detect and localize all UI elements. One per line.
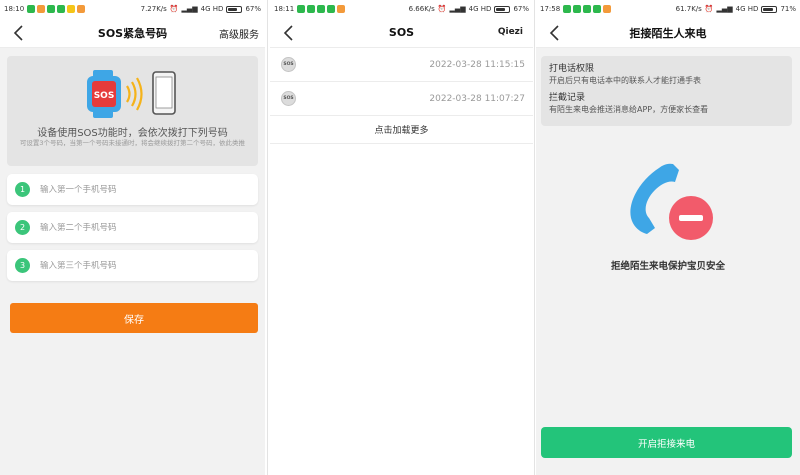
record-timestamp: 2022-03-28 11:07:27 (429, 93, 525, 104)
device-name[interactable]: Qiezi (498, 27, 523, 37)
sos-banner: SOS 设备使用SOS功能时，会依次拨打下列号码 可设置3个号码，当第一个号码未… (7, 56, 258, 166)
status-time: 18:10 (4, 5, 25, 13)
status-right: 61.7K/s ⏰ ▂▄▆ 4G HD 71% (676, 5, 796, 13)
step-number-badge: 3 (15, 258, 30, 273)
screens: 18:10 7.27K/s ⏰ ▂▄▆ 4G HD 67% SOS紧急号码 高级… (0, 0, 800, 475)
network-speed: 7.27K/s (140, 5, 167, 13)
sos-numbers-screen: 18:10 7.27K/s ⏰ ▂▄▆ 4G HD 67% SOS紧急号码 高级… (0, 0, 265, 475)
notification-icons (563, 5, 612, 13)
network-speed: 61.7K/s (675, 5, 702, 13)
status-right: 7.27K/s ⏰ ▂▄▆ 4G HD 67% (141, 5, 261, 13)
enable-reject-calls-button[interactable]: 开启拒接来电 (541, 427, 792, 458)
wechat-icon (47, 5, 56, 13)
signal-icon: ▂▄▆ (716, 5, 733, 13)
step-number-badge: 2 (15, 220, 30, 235)
load-more-button[interactable]: 点击加载更多 (270, 116, 533, 144)
battery-percent: 67% (245, 5, 261, 13)
notification-icons (27, 5, 86, 13)
wechat-icon (563, 5, 572, 13)
banner-subtitle: 可设置3个号码，当第一个号码未接通时，将会继续拨打第二个号码，依此类推 (19, 139, 246, 147)
phone-number-input-3[interactable] (40, 260, 220, 271)
reject-caption: 拒绝陌生来电保护宝贝安全 (610, 261, 725, 272)
record-timestamp: 2022-03-28 11:15:15 (429, 59, 525, 70)
wechat-icon (57, 5, 66, 13)
wechat-icon (583, 5, 592, 13)
phone-number-field-2[interactable]: 2 (7, 212, 258, 243)
wechat-icon (573, 5, 582, 13)
sos-record-icon: SOS (281, 91, 296, 106)
wechat-icon (317, 5, 326, 13)
phone-number-field-1[interactable]: 1 (7, 174, 258, 205)
alarm-icon: ⏰ (437, 5, 447, 13)
reject-call-icon (630, 163, 713, 240)
battery-fill (496, 7, 506, 11)
sos-record-row[interactable]: SOS 2022-03-28 11:15:15 (270, 48, 533, 82)
battery-percent: 71% (780, 5, 796, 13)
battery-fill (763, 7, 774, 11)
battery-fill (228, 7, 238, 11)
app-notification-icon (77, 5, 86, 13)
nav-bar: SOS紧急号码 高级服务 (0, 18, 265, 48)
reject-strangers-screen: 17:58 61.7K/s ⏰ ▂▄▆ 4G HD 71% 拒接陌生人来电 打电… (536, 0, 800, 475)
banner-title: 设备使用SOS功能时，会依次拨打下列号码 (37, 128, 228, 139)
phone-number-input-2[interactable] (40, 222, 220, 233)
app-notification-icon (67, 5, 76, 13)
page-title: SOS紧急号码 (97, 26, 168, 40)
network-type: 4G HD (200, 5, 224, 13)
wechat-icon (27, 5, 36, 13)
watch-phone-illustration: SOS (87, 70, 176, 118)
back-arrow-icon[interactable] (282, 25, 296, 41)
battery-percent: 67% (513, 5, 529, 13)
wechat-icon (327, 5, 336, 13)
info-title: 拦截记录 (549, 93, 586, 103)
info-description: 开启后只有电话本中的联系人才能打通手表 (549, 76, 701, 85)
info-description: 有陌生来电会推送消息给APP，方便家长查看 (549, 105, 709, 114)
app-notification-icon (603, 5, 612, 13)
screen-divider (267, 0, 268, 475)
status-bar: 18:10 7.27K/s ⏰ ▂▄▆ 4G HD 67% (0, 0, 265, 18)
network-type: 4G HD (735, 5, 759, 13)
battery-icon (494, 5, 511, 13)
back-arrow-icon[interactable] (548, 25, 562, 41)
permission-info-card: 打电话权限 开启后只有电话本中的联系人才能打通手表 拦截记录 有陌生来电会推送消… (541, 56, 792, 126)
sos-badge-label: SOS (94, 91, 115, 101)
info-title: 打电话权限 (549, 64, 595, 74)
status-bar: 18:11 6.66K/s ⏰ ▂▄▆ 4G HD 67% (270, 0, 533, 18)
notification-icons (297, 5, 346, 13)
phone-number-field-3[interactable]: 3 (7, 250, 258, 281)
nav-bar: SOS Qiezi (270, 18, 533, 48)
network-type: 4G HD (468, 5, 492, 13)
sos-records-screen: 18:11 6.66K/s ⏰ ▂▄▆ 4G HD 67% SOS Qiezi … (270, 0, 533, 475)
signal-icon: ▂▄▆ (181, 5, 198, 13)
phone-number-input-1[interactable] (40, 184, 220, 195)
status-time: 17:58 (540, 5, 561, 13)
wechat-icon (307, 5, 316, 13)
page-title: SOS (388, 26, 415, 39)
status-right: 6.66K/s ⏰ ▂▄▆ 4G HD 67% (409, 5, 529, 13)
wechat-icon (297, 5, 306, 13)
app-notification-icon (37, 5, 46, 13)
alarm-icon: ⏰ (169, 5, 179, 13)
sos-record-row[interactable]: SOS 2022-03-28 11:07:27 (270, 82, 533, 116)
battery-icon (761, 5, 778, 13)
back-arrow-icon[interactable] (12, 25, 26, 41)
sos-record-icon: SOS (281, 57, 296, 72)
alarm-icon: ⏰ (704, 5, 714, 13)
screen-divider (534, 0, 535, 475)
step-number-badge: 1 (15, 182, 30, 197)
signal-icon: ▂▄▆ (449, 5, 466, 13)
advanced-service-link[interactable]: 高级服务 (219, 26, 259, 41)
page-title: 拒接陌生人来电 (629, 26, 707, 40)
app-notification-icon (337, 5, 346, 13)
wechat-icon (593, 5, 602, 13)
nav-bar: 拒接陌生人来电 (536, 18, 800, 48)
save-button[interactable]: 保存 (10, 303, 258, 333)
status-bar: 17:58 61.7K/s ⏰ ▂▄▆ 4G HD 71% (536, 0, 800, 18)
status-time: 18:11 (274, 5, 295, 13)
battery-icon (226, 5, 243, 13)
network-speed: 6.66K/s (408, 5, 435, 13)
